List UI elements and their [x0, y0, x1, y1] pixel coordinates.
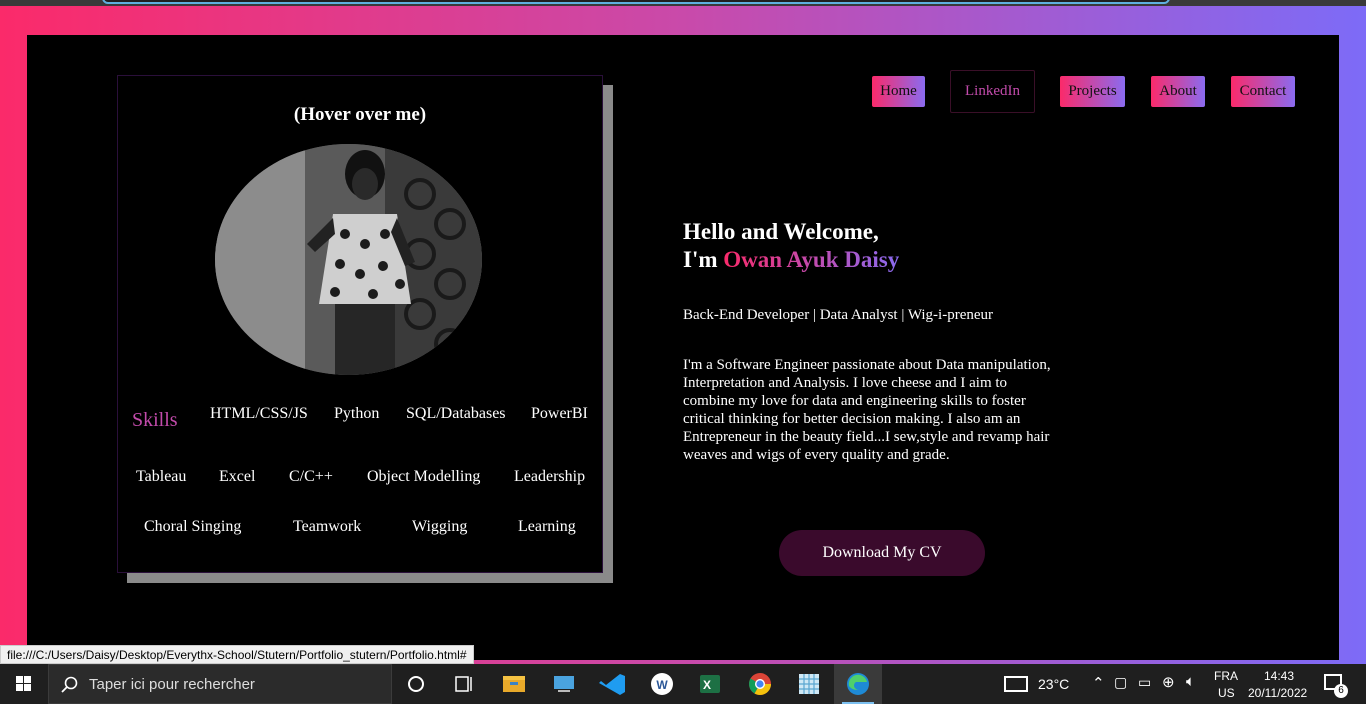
- hover-title: (Hover over me): [293, 104, 427, 125]
- clock-date[interactable]: 20/11/2022: [1248, 686, 1307, 700]
- svg-text:W: W: [656, 678, 668, 692]
- nav-contact-button[interactable]: Contact: [1231, 76, 1295, 107]
- cortana-icon[interactable]: [392, 664, 440, 704]
- chrome-icon[interactable]: [736, 664, 784, 704]
- remote-desktop-icon[interactable]: [540, 664, 588, 704]
- skill-item: Teamwork: [293, 518, 362, 535]
- hero-intro-line: I'm Owan Ayuk Daisy: [683, 246, 899, 274]
- taskbar: Taper ici pour rechercher W X 23°C ⌃ ▢ ▭…: [0, 664, 1366, 704]
- nav-linkedin-button[interactable]: LinkedIn: [950, 70, 1035, 113]
- news-widget-icon[interactable]: [1004, 676, 1028, 692]
- snipping-tool-icon[interactable]: [785, 664, 833, 704]
- hero-im: I'm: [683, 247, 718, 272]
- task-view-icon[interactable]: [440, 664, 488, 704]
- meet-now-icon[interactable]: ▢: [1114, 674, 1127, 691]
- hero-bio: I'm a Software Engineer passionate about…: [683, 357, 1051, 463]
- weather-temperature[interactable]: 23°C: [1038, 676, 1069, 692]
- skill-item: Object Modelling: [367, 468, 481, 485]
- skill-item: C/C++: [289, 468, 333, 485]
- profile-card[interactable]: (Hover over me) Skills HTML/CSS/JS Pytho…: [117, 75, 603, 573]
- skill-item: Choral Singing: [144, 518, 242, 535]
- windows-start-icon[interactable]: [0, 664, 48, 704]
- excel-icon[interactable]: X: [686, 664, 734, 704]
- browser-top-strip: [0, 0, 1366, 6]
- skill-item: Leadership: [514, 468, 586, 485]
- hero-roles: Back-End Developer | Data Analyst | Wig-…: [683, 307, 994, 323]
- search-placeholder: Taper ici pour rechercher: [89, 676, 255, 693]
- taskbar-search[interactable]: Taper ici pour rechercher: [48, 664, 392, 704]
- download-cv-button[interactable]: Download My CV: [779, 530, 985, 576]
- nav-projects-button[interactable]: Projects: [1060, 76, 1125, 107]
- portfolio-page: (Hover over me) Skills HTML/CSS/JS Pytho…: [27, 35, 1339, 660]
- keyboard-layout[interactable]: US: [1218, 686, 1235, 700]
- skill-item: HTML/CSS/JS: [210, 405, 308, 422]
- svg-text:X: X: [703, 678, 711, 692]
- clock-time[interactable]: 14:43: [1264, 669, 1294, 683]
- edge-icon[interactable]: [834, 664, 882, 704]
- notification-count: 6: [1334, 684, 1348, 698]
- hero-heading: Hello and Welcome, I'm Owan Ayuk Daisy: [683, 218, 899, 274]
- skill-item: Python: [334, 405, 380, 422]
- search-icon: [61, 676, 78, 693]
- hero-name: Owan Ayuk Daisy: [723, 247, 900, 272]
- vscode-icon[interactable]: [589, 664, 637, 704]
- skill-item: SQL/Databases: [406, 405, 506, 422]
- word-app-icon[interactable]: W: [638, 664, 686, 704]
- status-bar-url: file:///C:/Users/Daisy/Desktop/Everythx-…: [0, 645, 474, 664]
- profile-photo-graphic: [215, 144, 482, 375]
- skill-item: Learning: [518, 518, 576, 535]
- nav-about-button[interactable]: About: [1151, 76, 1205, 107]
- input-language[interactable]: FRA: [1214, 669, 1238, 683]
- network-icon[interactable]: ⊕: [1162, 673, 1175, 691]
- battery-icon[interactable]: ▭: [1138, 674, 1151, 691]
- skill-item: Excel: [219, 468, 256, 485]
- nav-home-button[interactable]: Home: [872, 76, 925, 107]
- file-explorer-icon[interactable]: [490, 664, 538, 704]
- volume-icon[interactable]: 🔈︎: [1186, 673, 1195, 690]
- chevron-up-icon[interactable]: ⌃: [1092, 674, 1105, 692]
- browser-address-bar[interactable]: [102, 0, 1170, 4]
- skill-item: PowerBI: [531, 405, 588, 422]
- profile-photo: [215, 144, 482, 375]
- skills-label: Skills: [132, 409, 178, 431]
- skill-item: Tableau: [136, 468, 187, 485]
- skill-item: Wigging: [412, 518, 468, 535]
- hero-greeting: Hello and Welcome,: [683, 219, 879, 244]
